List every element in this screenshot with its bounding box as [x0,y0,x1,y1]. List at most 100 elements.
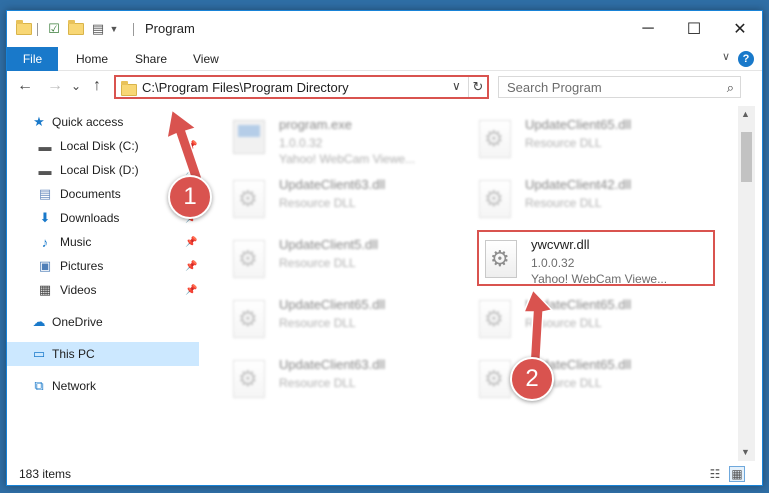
chevron-down-icon[interactable]: ▼ [105,20,123,38]
sidebar-item-pictures[interactable]: ▣ Pictures 📌 [7,254,199,278]
file-item[interactable]: program.exe 1.0.0.32 Yahoo! WebCam Viewe… [227,112,465,168]
search-icon[interactable]: ⌕ [727,80,734,96]
sidebar-item-label: Documents [60,187,121,201]
sidebar-item-this-pc[interactable]: ▭ This PC [7,342,199,366]
file-detail: Yahoo! WebCam Viewe... [279,152,416,166]
file-item-highlighted[interactable]: ywcvwr.dll 1.0.0.32 Yahoo! WebCam Viewe.… [477,230,715,286]
file-item[interactable]: UpdateClient65.dll Resource DLL [227,292,465,348]
tab-home[interactable]: Home [76,47,108,71]
file-item[interactable]: UpdateClient65.dll Resource DLL [473,352,711,408]
file-item[interactable]: UpdateClient63.dll Resource DLL [227,172,465,228]
dll-icon [233,240,269,280]
dll-icon [233,300,269,340]
documents-icon: ▤ [38,186,52,201]
explorer-window: ☑ ▤ ▼ Program ─ ☐ ✕ File Home Share View… [6,10,763,486]
drive-icon: ▬ [38,162,52,178]
network-icon: ⧉ [34,378,44,393]
address-text: C:\Program Files\Program Directory [142,80,349,95]
sidebar-item-onedrive[interactable]: ☁ OneDrive [7,310,199,334]
step-marker-1: 1 [168,175,212,219]
scrollbar-thumb[interactable] [741,132,752,182]
tab-view[interactable]: View [193,47,219,71]
navigation-bar: ← → ⌄ ↑ C:\Program Files\Program Directo… [7,71,762,103]
sidebar-item-label: Quick access [52,115,124,129]
minimize-button[interactable]: ─ [625,11,671,47]
sidebar-item-local-disk-d[interactable]: ▬ Local Disk (D:) 📌 [7,158,199,182]
dll-icon [485,240,521,280]
navigation-pane: ★ Quick access ▬ Local Disk (C:) 📌 ▬ Loc… [7,106,202,461]
file-detail: 1.0.0.32 [279,136,323,150]
file-detail: 1.0.0.32 [531,256,575,270]
tiles-view-icon[interactable]: ▦ [729,466,745,482]
separator [37,23,38,36]
dll-icon [479,300,515,340]
tab-file[interactable]: File [7,47,58,71]
search-input[interactable]: Search Program ⌕ [498,76,741,98]
window-title: Program [145,21,195,36]
back-button[interactable]: ← [17,77,33,95]
star-icon: ★ [33,114,45,129]
tab-share[interactable]: Share [135,47,167,71]
vertical-scrollbar[interactable]: ▲ ▼ [738,106,755,461]
recent-locations-button[interactable]: ⌄ [71,79,81,93]
videos-icon: ▦ [38,282,52,297]
file-detail: Resource DLL [279,316,356,330]
file-name: UpdateClient65.dll [525,297,632,312]
sidebar-item-videos[interactable]: ▦ Videos 📌 [7,278,199,302]
close-button[interactable]: ✕ [717,11,763,47]
new-folder-icon[interactable] [67,20,85,38]
sidebar-item-label: Music [60,235,92,249]
sidebar-item-network[interactable]: ⧉ Network [7,374,199,398]
expand-ribbon-icon[interactable]: ∨ [722,50,730,63]
help-button[interactable]: ? [738,51,754,67]
properties-icon[interactable]: ☑ [45,20,63,38]
file-name: UpdateClient65.dll [279,297,386,312]
dll-icon [479,180,515,220]
file-detail: Resource DLL [279,196,356,210]
ribbon: File Home Share View ∨ ? [7,47,762,71]
pin-icon: 📌 [185,164,198,176]
refresh-icon[interactable]: ↻ [468,77,487,97]
pin-icon: 📌 [185,284,198,296]
file-name: ywcvwr.dll [531,237,590,252]
sidebar-item-quick-access[interactable]: ★ Quick access [7,110,199,134]
details-view-icon[interactable]: ☷ [707,466,723,482]
drive-icon: ▬ [38,138,52,154]
file-item[interactable]: UpdateClient65.dll Resource DLL [473,112,711,168]
file-detail: Resource DLL [279,376,356,390]
file-detail: Resource DLL [525,136,602,150]
file-name: UpdateClient42.dll [525,177,632,192]
chevron-down-icon[interactable]: ∨ [452,79,461,93]
item-count: 183 items [19,467,72,481]
forward-button[interactable]: → [47,77,63,95]
sidebar-item-label: Pictures [60,259,104,273]
scroll-up-icon[interactable]: ▲ [741,109,750,119]
sidebar-item-downloads[interactable]: ⬇ Downloads 📌 [7,206,199,230]
file-name: UpdateClient63.dll [279,177,386,192]
maximize-button[interactable]: ☐ [671,11,717,47]
sidebar-item-label: Videos [60,283,97,297]
pictures-icon: ▣ [38,258,52,273]
dll-icon [479,120,515,160]
onedrive-icon: ☁ [32,314,46,329]
address-bar[interactable]: C:\Program Files\Program Directory ∨ ↻ [114,75,489,99]
pin-icon: 📌 [185,260,198,272]
folder-icon[interactable] [15,20,33,38]
sidebar-item-label: OneDrive [52,315,103,329]
file-name: UpdateClient65.dll [525,117,632,132]
file-item[interactable]: UpdateClient65.dll Resource DLL [473,292,711,348]
file-item[interactable]: UpdateClient63.dll Resource DLL [227,352,465,408]
file-item[interactable]: UpdateClient42.dll Resource DLL [473,172,711,228]
pc-icon: ▭ [32,346,46,361]
file-detail: Resource DLL [279,256,356,270]
sidebar-item-local-disk-c[interactable]: ▬ Local Disk (C:) 📌 [7,134,199,158]
pin-icon: 📌 [185,140,198,152]
scroll-down-icon[interactable]: ▼ [741,447,750,457]
file-name: UpdateClient63.dll [279,357,386,372]
file-detail: Yahoo! WebCam Viewe... [531,272,668,286]
file-item[interactable]: UpdateClient5.dll Resource DLL [227,232,465,288]
sidebar-item-music[interactable]: ♪ Music 📌 [7,230,199,254]
file-detail: Resource DLL [525,316,602,330]
file-name: UpdateClient5.dll [279,237,379,252]
up-button[interactable]: ↑ [93,77,101,95]
